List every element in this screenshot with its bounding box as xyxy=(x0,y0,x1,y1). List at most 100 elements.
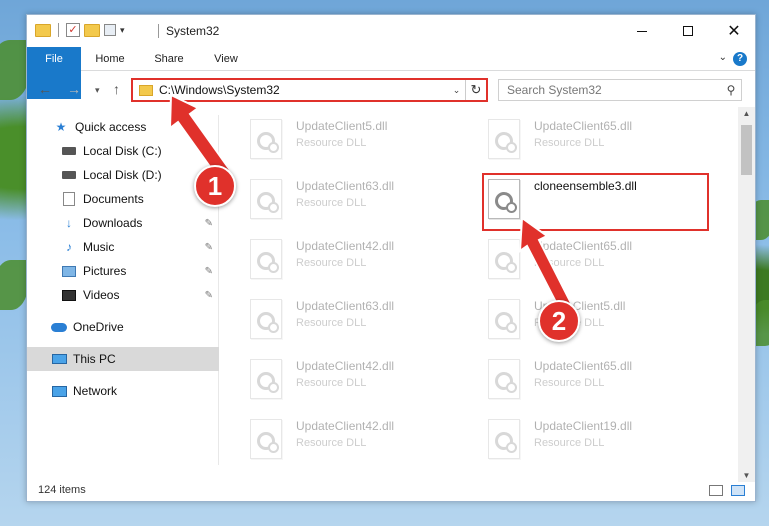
folder-icon xyxy=(139,84,153,96)
file-name: UpdateClient42.dll xyxy=(296,359,395,373)
file-item[interactable]: UpdateClient5.dll Resource DLL xyxy=(488,295,698,347)
star-icon: ★ xyxy=(55,120,67,134)
minimize-button[interactable] xyxy=(619,15,665,47)
file-type: Resource DLL xyxy=(296,257,367,269)
sidebar-item-label: This PC xyxy=(73,352,116,366)
sidebar-item-onedrive[interactable]: OneDrive xyxy=(27,315,219,339)
sidebar-item-label: Music xyxy=(83,240,115,254)
sidebar-item-label: OneDrive xyxy=(73,320,124,334)
close-button[interactable]: ✕ xyxy=(711,15,757,47)
navigation-bar: ← → ▾ ↑ C:\Windows\System32 ⌄ ↻ Search S… xyxy=(27,75,755,105)
details-view-icon[interactable] xyxy=(709,485,723,496)
status-bar: 124 items xyxy=(27,480,755,502)
file-name: UpdateClient63.dll xyxy=(296,179,395,193)
search-box[interactable]: Search System32 ⚲ xyxy=(498,79,742,101)
download-icon: ↓ xyxy=(66,216,72,230)
close-icon: ✕ xyxy=(727,23,741,40)
search-input[interactable]: Search System32 xyxy=(507,83,721,97)
title-bar: ✓ ▾ System32 ✕ xyxy=(27,15,755,47)
vertical-scrollbar[interactable]: ▲ ▼ xyxy=(738,107,755,482)
file-name: UpdateClient42.dll xyxy=(296,239,395,253)
ribbon-tabs: File Home Share View ⌄ ? xyxy=(27,47,755,99)
maximize-button[interactable] xyxy=(665,15,711,47)
file-item[interactable]: UpdateClient65.dll Resource DLL xyxy=(488,235,698,287)
sidebar-item-local-disk-d[interactable]: Local Disk (D:) xyxy=(27,163,219,187)
help-icon[interactable]: ? xyxy=(733,52,747,66)
search-icon[interactable]: ⚲ xyxy=(721,83,741,97)
large-icons-view-icon[interactable] xyxy=(731,485,745,496)
tab-share[interactable]: Share xyxy=(143,47,195,71)
sidebar-item-label: Videos xyxy=(83,288,120,302)
file-name: UpdateClient65.dll xyxy=(534,359,633,373)
dll-file-icon xyxy=(250,359,282,399)
dll-file-icon xyxy=(250,239,282,279)
file-item[interactable]: UpdateClient63.dll Resource DLL xyxy=(250,295,460,347)
sidebar-item-downloads[interactable]: ↓ Downloads ✎ xyxy=(27,211,219,235)
sidebar-item-videos[interactable]: Videos ✎ xyxy=(27,283,219,307)
dll-file-icon xyxy=(488,359,520,399)
sidebar-item-local-disk-c[interactable]: Local Disk (C:) ✎ xyxy=(27,139,219,163)
sidebar-item-label: Documents xyxy=(83,192,144,206)
file-type: Resource DLL xyxy=(296,437,367,449)
documents-icon xyxy=(61,192,77,206)
pc-icon xyxy=(51,352,67,366)
dll-file-icon xyxy=(488,419,520,459)
disk-icon xyxy=(61,168,77,182)
network-icon xyxy=(51,384,67,398)
file-item[interactable]: UpdateClient42.dll Resource DLL xyxy=(250,415,460,467)
file-list: UpdateClient5.dll Resource DLL UpdateCli… xyxy=(220,107,737,465)
tab-view[interactable]: View xyxy=(203,47,249,71)
sidebar-item-label: Local Disk (C:) xyxy=(83,144,162,158)
scroll-down-icon[interactable]: ▼ xyxy=(738,471,755,480)
forward-arrow-icon[interactable]: → xyxy=(67,81,81,97)
address-bar[interactable]: C:\Windows\System32 ⌄ ↻ xyxy=(131,78,488,102)
customize-toolbar-dropdown-icon[interactable]: ▾ xyxy=(120,25,125,36)
sidebar-item-documents[interactable]: Documents ✎ xyxy=(27,187,219,211)
scrollbar-thumb[interactable] xyxy=(741,125,752,175)
up-arrow-icon[interactable]: ↑ xyxy=(113,81,120,97)
dll-file-icon xyxy=(488,239,520,279)
refresh-icon[interactable]: ↻ xyxy=(466,82,486,98)
pin-icon[interactable]: ✎ xyxy=(205,218,213,229)
file-item[interactable]: UpdateClient65.dll Resource DLL xyxy=(488,355,698,407)
tab-home[interactable]: Home xyxy=(85,47,135,71)
sidebar-item-this-pc[interactable]: This PC xyxy=(27,347,219,371)
file-type: Resource DLL xyxy=(534,257,605,269)
item-count: 124 items xyxy=(38,484,86,496)
cloud-icon xyxy=(51,320,67,334)
file-item[interactable]: UpdateClient5.dll Resource DLL xyxy=(250,115,460,167)
music-icon: ♪ xyxy=(66,240,72,254)
address-path[interactable]: C:\Windows\System32 xyxy=(159,83,448,97)
file-name: UpdateClient65.dll xyxy=(534,239,633,253)
callout-badge-two: 2 xyxy=(538,300,580,342)
recent-locations-icon[interactable]: ▾ xyxy=(95,85,100,96)
pin-icon[interactable]: ✎ xyxy=(205,242,213,253)
scroll-up-icon[interactable]: ▲ xyxy=(738,109,755,118)
pin-icon[interactable]: ✎ xyxy=(205,146,213,157)
file-item[interactable]: UpdateClient19.dll Resource DLL xyxy=(488,415,698,467)
pin-icon[interactable]: ✎ xyxy=(205,266,213,277)
address-dropdown-icon[interactable]: ⌄ xyxy=(448,80,466,100)
file-item[interactable]: UpdateClient63.dll Resource DLL xyxy=(250,175,460,227)
file-type: Resource DLL xyxy=(296,197,367,209)
dll-file-icon xyxy=(488,299,520,339)
sidebar-item-quick-access[interactable]: ★ Quick access xyxy=(27,115,219,139)
expand-ribbon-icon[interactable]: ⌄ xyxy=(719,52,727,63)
properties-icon[interactable] xyxy=(104,24,116,36)
properties-check-icon[interactable]: ✓ xyxy=(66,23,80,37)
maximize-icon xyxy=(683,26,693,36)
toolbar-divider xyxy=(58,23,59,37)
sidebar-item-network[interactable]: Network xyxy=(27,379,219,403)
file-type: Resource DLL xyxy=(534,437,605,449)
file-item[interactable]: UpdateClient42.dll Resource DLL xyxy=(250,355,460,407)
back-arrow-icon[interactable]: ← xyxy=(38,81,52,97)
pin-icon[interactable]: ✎ xyxy=(205,290,213,301)
new-folder-icon[interactable] xyxy=(84,23,100,37)
background-leaf xyxy=(0,260,28,310)
file-item[interactable]: UpdateClient65.dll Resource DLL xyxy=(488,115,698,167)
file-type: Resource DLL xyxy=(296,377,367,389)
file-name: UpdateClient42.dll xyxy=(296,419,395,433)
sidebar-item-pictures[interactable]: Pictures ✎ xyxy=(27,259,219,283)
sidebar-item-music[interactable]: ♪ Music ✎ xyxy=(27,235,219,259)
file-item[interactable]: UpdateClient42.dll Resource DLL xyxy=(250,235,460,287)
